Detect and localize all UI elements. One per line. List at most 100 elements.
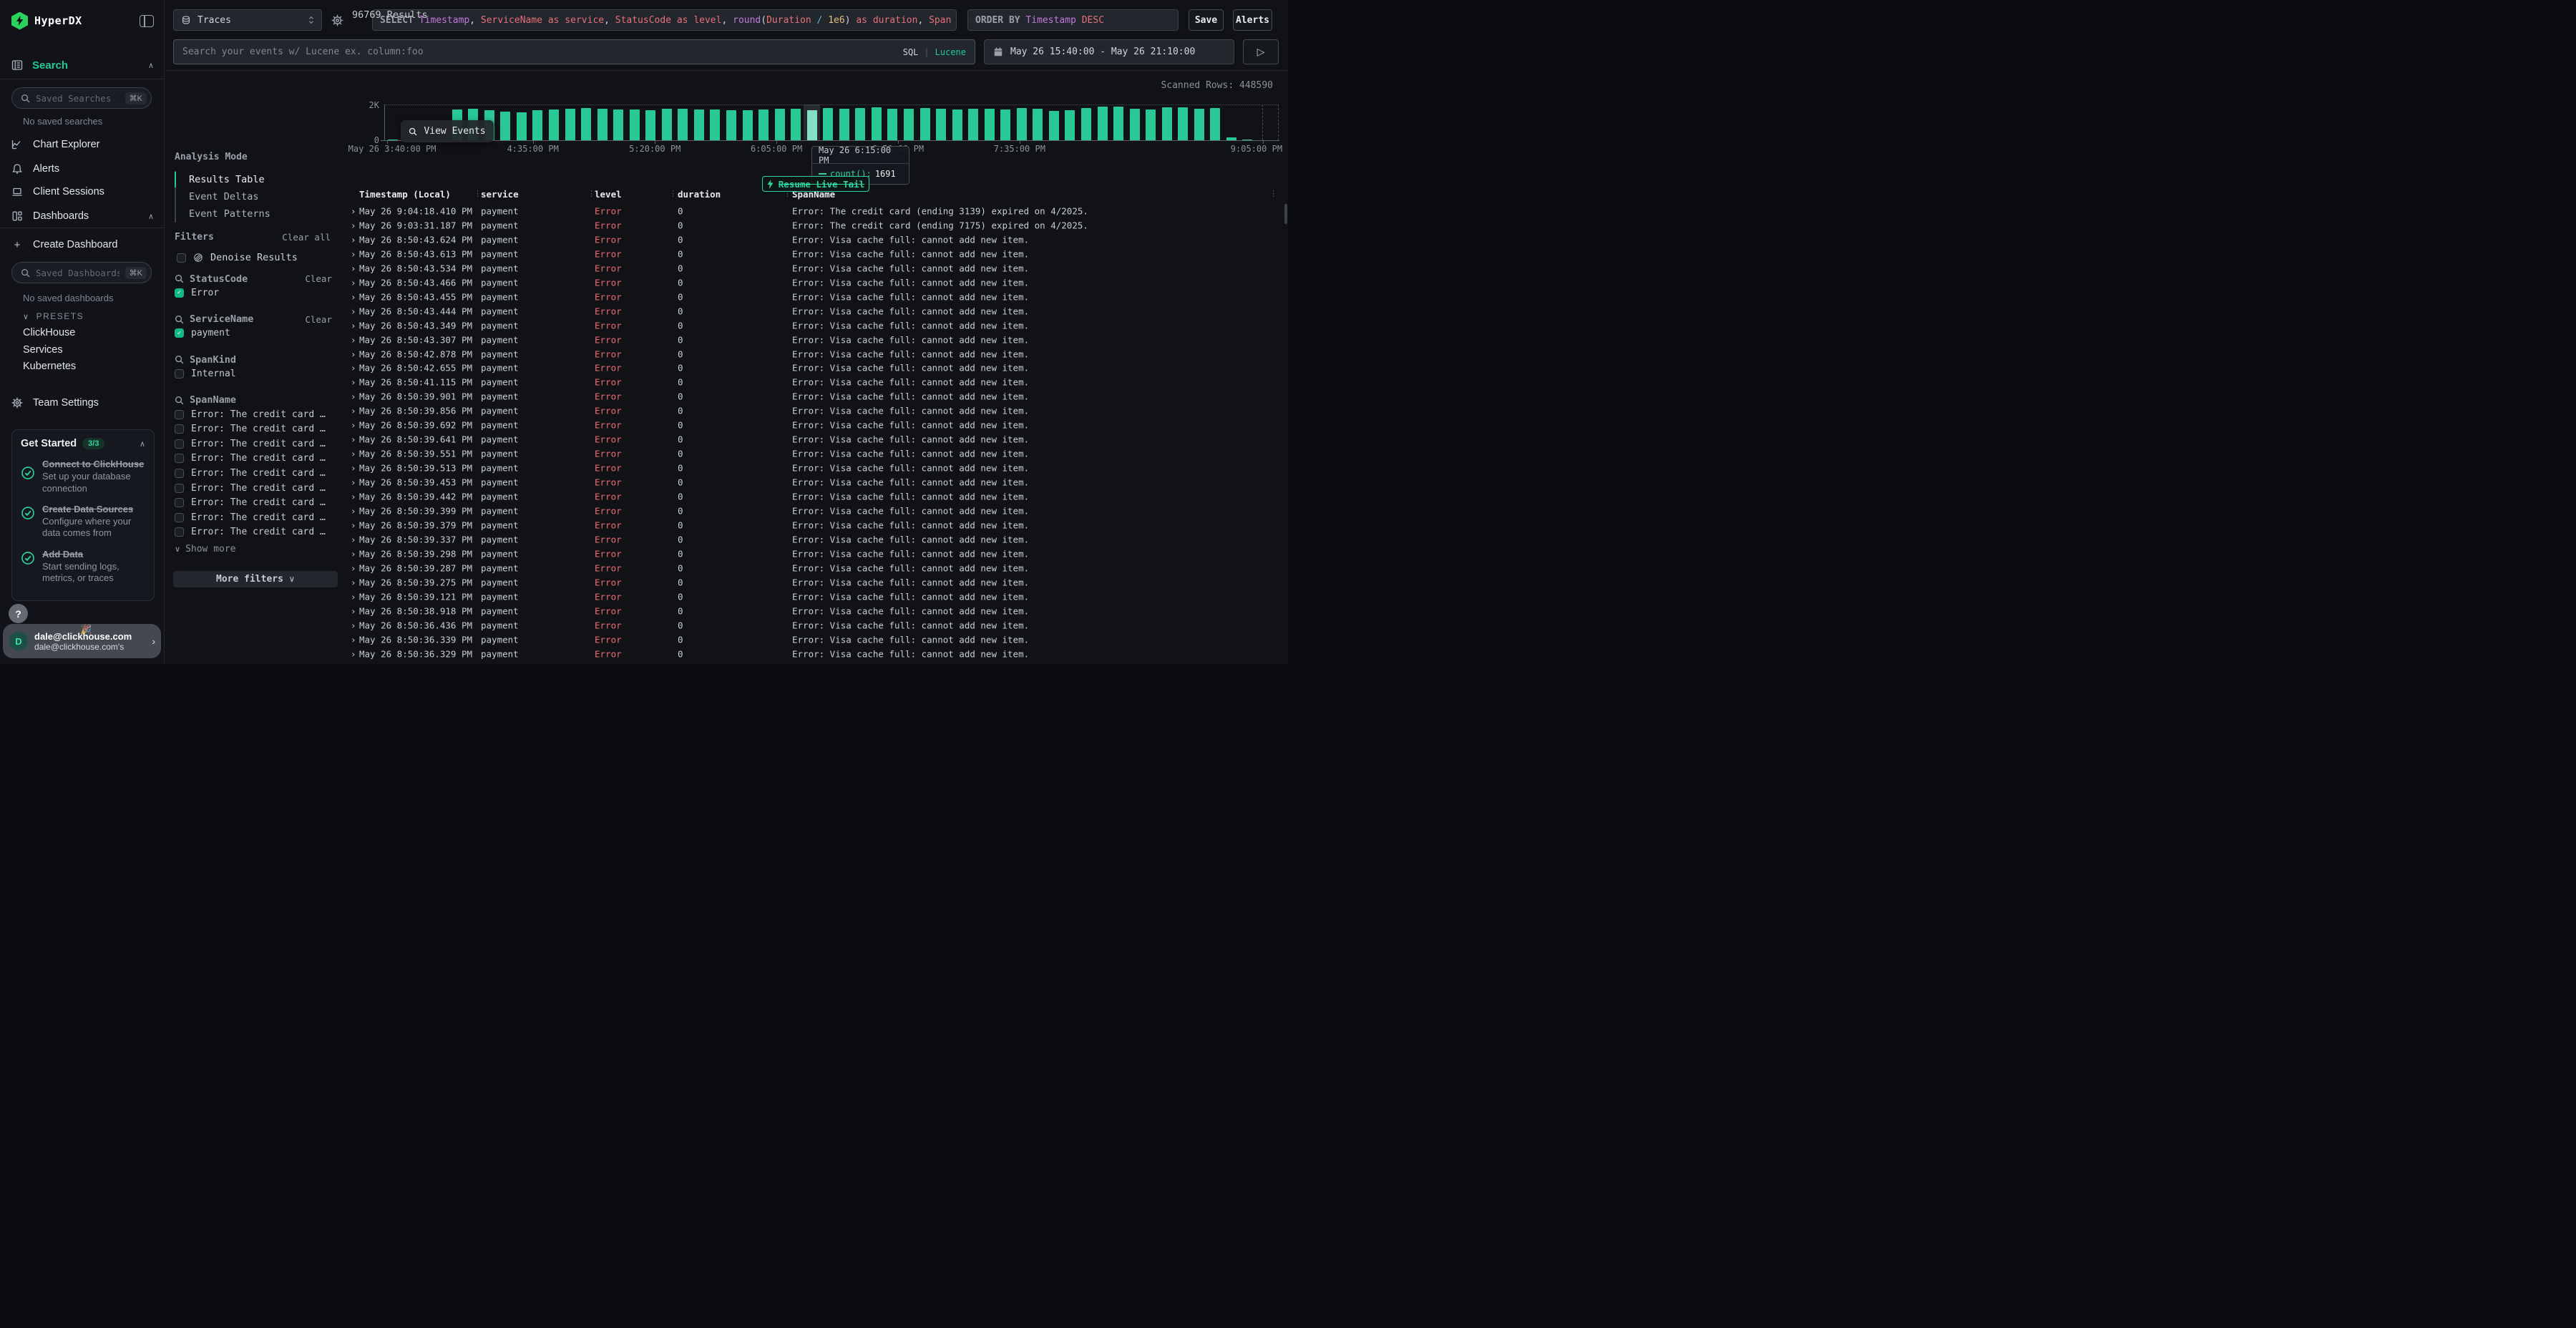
preset-clickhouse[interactable]: ClickHouse bbox=[23, 327, 75, 338]
filter-item[interactable]: Error: The credit card … bbox=[175, 436, 332, 451]
sidebar-item-team-settings[interactable]: Team Settings bbox=[11, 394, 154, 411]
chart-bar[interactable] bbox=[872, 107, 882, 140]
source-select[interactable]: Traces bbox=[173, 9, 322, 31]
table-row[interactable]: ›May 26 8:50:36.436 PMpaymentError0Error… bbox=[343, 618, 1288, 633]
chart-bar[interactable] bbox=[823, 108, 833, 140]
filter-item[interactable]: ✓payment bbox=[175, 326, 332, 341]
tab-event-deltas[interactable]: Event Deltas bbox=[176, 188, 270, 205]
table-row[interactable]: ›May 26 8:50:39.442 PMpaymentError0Error… bbox=[343, 489, 1288, 504]
row-expand-chevron[interactable]: › bbox=[351, 449, 356, 459]
table-row[interactable]: ›May 26 8:50:39.641 PMpaymentError0Error… bbox=[343, 432, 1288, 446]
row-expand-chevron[interactable]: › bbox=[351, 591, 356, 602]
row-expand-chevron[interactable]: › bbox=[351, 248, 356, 259]
show-more-button[interactable]: ∨Show more bbox=[175, 541, 332, 557]
chart-bar[interactable] bbox=[1033, 109, 1043, 140]
run-query-button[interactable]: ▷ bbox=[1243, 39, 1279, 64]
row-expand-chevron[interactable]: › bbox=[351, 648, 356, 659]
source-settings-gear-icon[interactable] bbox=[331, 14, 343, 26]
chart-bar[interactable] bbox=[758, 109, 769, 141]
chart-bar[interactable] bbox=[565, 109, 575, 141]
chart-bar[interactable] bbox=[532, 110, 542, 141]
chart-bar[interactable] bbox=[662, 109, 672, 140]
select-clause-input[interactable]: SELECT Timestamp, ServiceName as service… bbox=[372, 9, 957, 31]
mode-lucene-toggle[interactable]: Lucene bbox=[935, 47, 966, 57]
chart-bar[interactable] bbox=[1178, 107, 1188, 140]
denoise-checkbox[interactable] bbox=[177, 253, 186, 263]
help-button[interactable]: ? bbox=[9, 604, 28, 623]
table-row[interactable]: ›May 26 8:50:38.918 PMpaymentError0Error… bbox=[343, 604, 1288, 618]
row-expand-chevron[interactable]: › bbox=[351, 463, 356, 474]
filter-item[interactable]: Internal bbox=[175, 366, 332, 381]
filter-group-clear-button[interactable]: Clear bbox=[305, 314, 332, 325]
chart-bar[interactable] bbox=[597, 109, 608, 140]
save-button[interactable]: Save bbox=[1189, 9, 1224, 31]
chart-bar[interactable] bbox=[743, 110, 753, 141]
table-row[interactable]: ›May 26 8:50:42.878 PMpaymentError0Error… bbox=[343, 347, 1288, 361]
create-dashboard-button[interactable]: + Create Dashboard bbox=[11, 236, 154, 253]
user-account-pill[interactable]: D dale@clickhouse.com dale@clickhouse.co… bbox=[3, 624, 161, 658]
table-row[interactable]: ›May 26 9:04:18.410 PMpaymentError0Error… bbox=[343, 204, 1288, 218]
denoise-results-toggle[interactable]: Denoise Results bbox=[177, 252, 298, 263]
filter-checkbox[interactable]: ✓ bbox=[175, 328, 184, 338]
table-row[interactable]: ›May 26 8:50:43.307 PMpaymentError0Error… bbox=[343, 333, 1288, 347]
filter-checkbox[interactable] bbox=[175, 527, 184, 537]
table-row[interactable]: ›May 26 8:50:43.624 PMpaymentError0Error… bbox=[343, 233, 1288, 247]
table-row[interactable]: ›May 26 8:50:39.692 PMpaymentError0Error… bbox=[343, 418, 1288, 432]
table-row[interactable]: ›May 26 8:50:43.444 PMpaymentError0Error… bbox=[343, 304, 1288, 318]
filter-checkbox[interactable] bbox=[175, 439, 184, 449]
chart-bar[interactable] bbox=[1130, 109, 1140, 141]
more-filters-button[interactable]: More filters ∨ bbox=[173, 571, 338, 587]
view-events-button[interactable]: View Events bbox=[401, 120, 494, 142]
chart-bar[interactable] bbox=[855, 108, 865, 140]
presets-section[interactable]: ∨ PRESETS bbox=[23, 311, 84, 321]
table-row[interactable]: ›May 26 8:50:39.901 PMpaymentError0Error… bbox=[343, 389, 1288, 404]
table-row[interactable]: ›May 26 8:50:43.349 PMpaymentError0Error… bbox=[343, 318, 1288, 333]
filter-item[interactable]: Error: The credit card … bbox=[175, 466, 332, 481]
table-row[interactable]: ›May 26 8:50:43.613 PMpaymentError0Error… bbox=[343, 247, 1288, 261]
chart-bar[interactable] bbox=[904, 109, 914, 140]
chart-bar[interactable] bbox=[952, 109, 962, 141]
table-row[interactable]: ›May 26 8:50:41.115 PMpaymentError0Error… bbox=[343, 375, 1288, 389]
sidebar-item-alerts[interactable]: Alerts bbox=[11, 160, 154, 177]
chart-bar[interactable] bbox=[613, 109, 623, 141]
chart-bar[interactable] bbox=[710, 109, 720, 140]
filter-item[interactable]: Error: The credit card … bbox=[175, 510, 332, 525]
row-expand-chevron[interactable]: › bbox=[351, 291, 356, 302]
chart-bar[interactable] bbox=[807, 110, 817, 140]
saved-searches-input[interactable]: ⌘K bbox=[11, 87, 152, 109]
chart-bar[interactable] bbox=[1017, 108, 1027, 140]
filter-item[interactable]: Error: The credit card … bbox=[175, 407, 332, 422]
row-expand-chevron[interactable]: › bbox=[351, 620, 356, 630]
chart-bar[interactable] bbox=[1162, 107, 1172, 140]
chart-bar[interactable] bbox=[985, 109, 995, 140]
chart-bar[interactable] bbox=[1081, 108, 1091, 140]
row-expand-chevron[interactable]: › bbox=[351, 577, 356, 587]
table-row[interactable]: ›May 26 8:50:39.337 PMpaymentError0Error… bbox=[343, 532, 1288, 547]
row-expand-chevron[interactable]: › bbox=[351, 277, 356, 288]
order-by-input[interactable]: ORDER BY Timestamp DESC bbox=[967, 9, 1179, 31]
preset-services[interactable]: Services bbox=[23, 344, 63, 356]
column-header-level[interactable]: level bbox=[595, 189, 622, 200]
row-expand-chevron[interactable]: › bbox=[351, 220, 356, 230]
collapse-sidebar-icon[interactable] bbox=[140, 15, 154, 27]
row-expand-chevron[interactable]: › bbox=[351, 205, 356, 216]
chevron-up-icon[interactable]: ∧ bbox=[140, 439, 145, 449]
time-range-picker[interactable]: May 26 15:40:00 - May 26 21:10:00 bbox=[984, 39, 1234, 64]
row-expand-chevron[interactable]: › bbox=[351, 605, 356, 616]
chart-bar[interactable] bbox=[775, 109, 785, 141]
chart-bar[interactable] bbox=[678, 109, 688, 140]
get-started-step[interactable]: Create Data Sources Configure where your… bbox=[21, 504, 145, 540]
row-expand-chevron[interactable]: › bbox=[351, 334, 356, 345]
filter-item[interactable]: Error: The credit card … bbox=[175, 525, 332, 540]
filter-item[interactable]: ✓Error bbox=[175, 285, 332, 301]
row-expand-chevron[interactable]: › bbox=[351, 434, 356, 445]
chart-bar[interactable] bbox=[839, 109, 849, 141]
chart-bar[interactable] bbox=[581, 108, 591, 140]
chart-bar[interactable] bbox=[920, 108, 930, 141]
column-resize-handle[interactable]: ⋮ bbox=[669, 189, 677, 198]
filter-checkbox[interactable] bbox=[175, 424, 184, 434]
resume-live-tail-button[interactable]: Resume Live Tail bbox=[762, 176, 869, 192]
table-row[interactable]: ›May 26 8:50:39.513 PMpaymentError0Error… bbox=[343, 461, 1288, 475]
chart-bar[interactable] bbox=[1113, 107, 1123, 140]
column-header-timestamp[interactable]: Timestamp (Local) bbox=[359, 189, 451, 200]
